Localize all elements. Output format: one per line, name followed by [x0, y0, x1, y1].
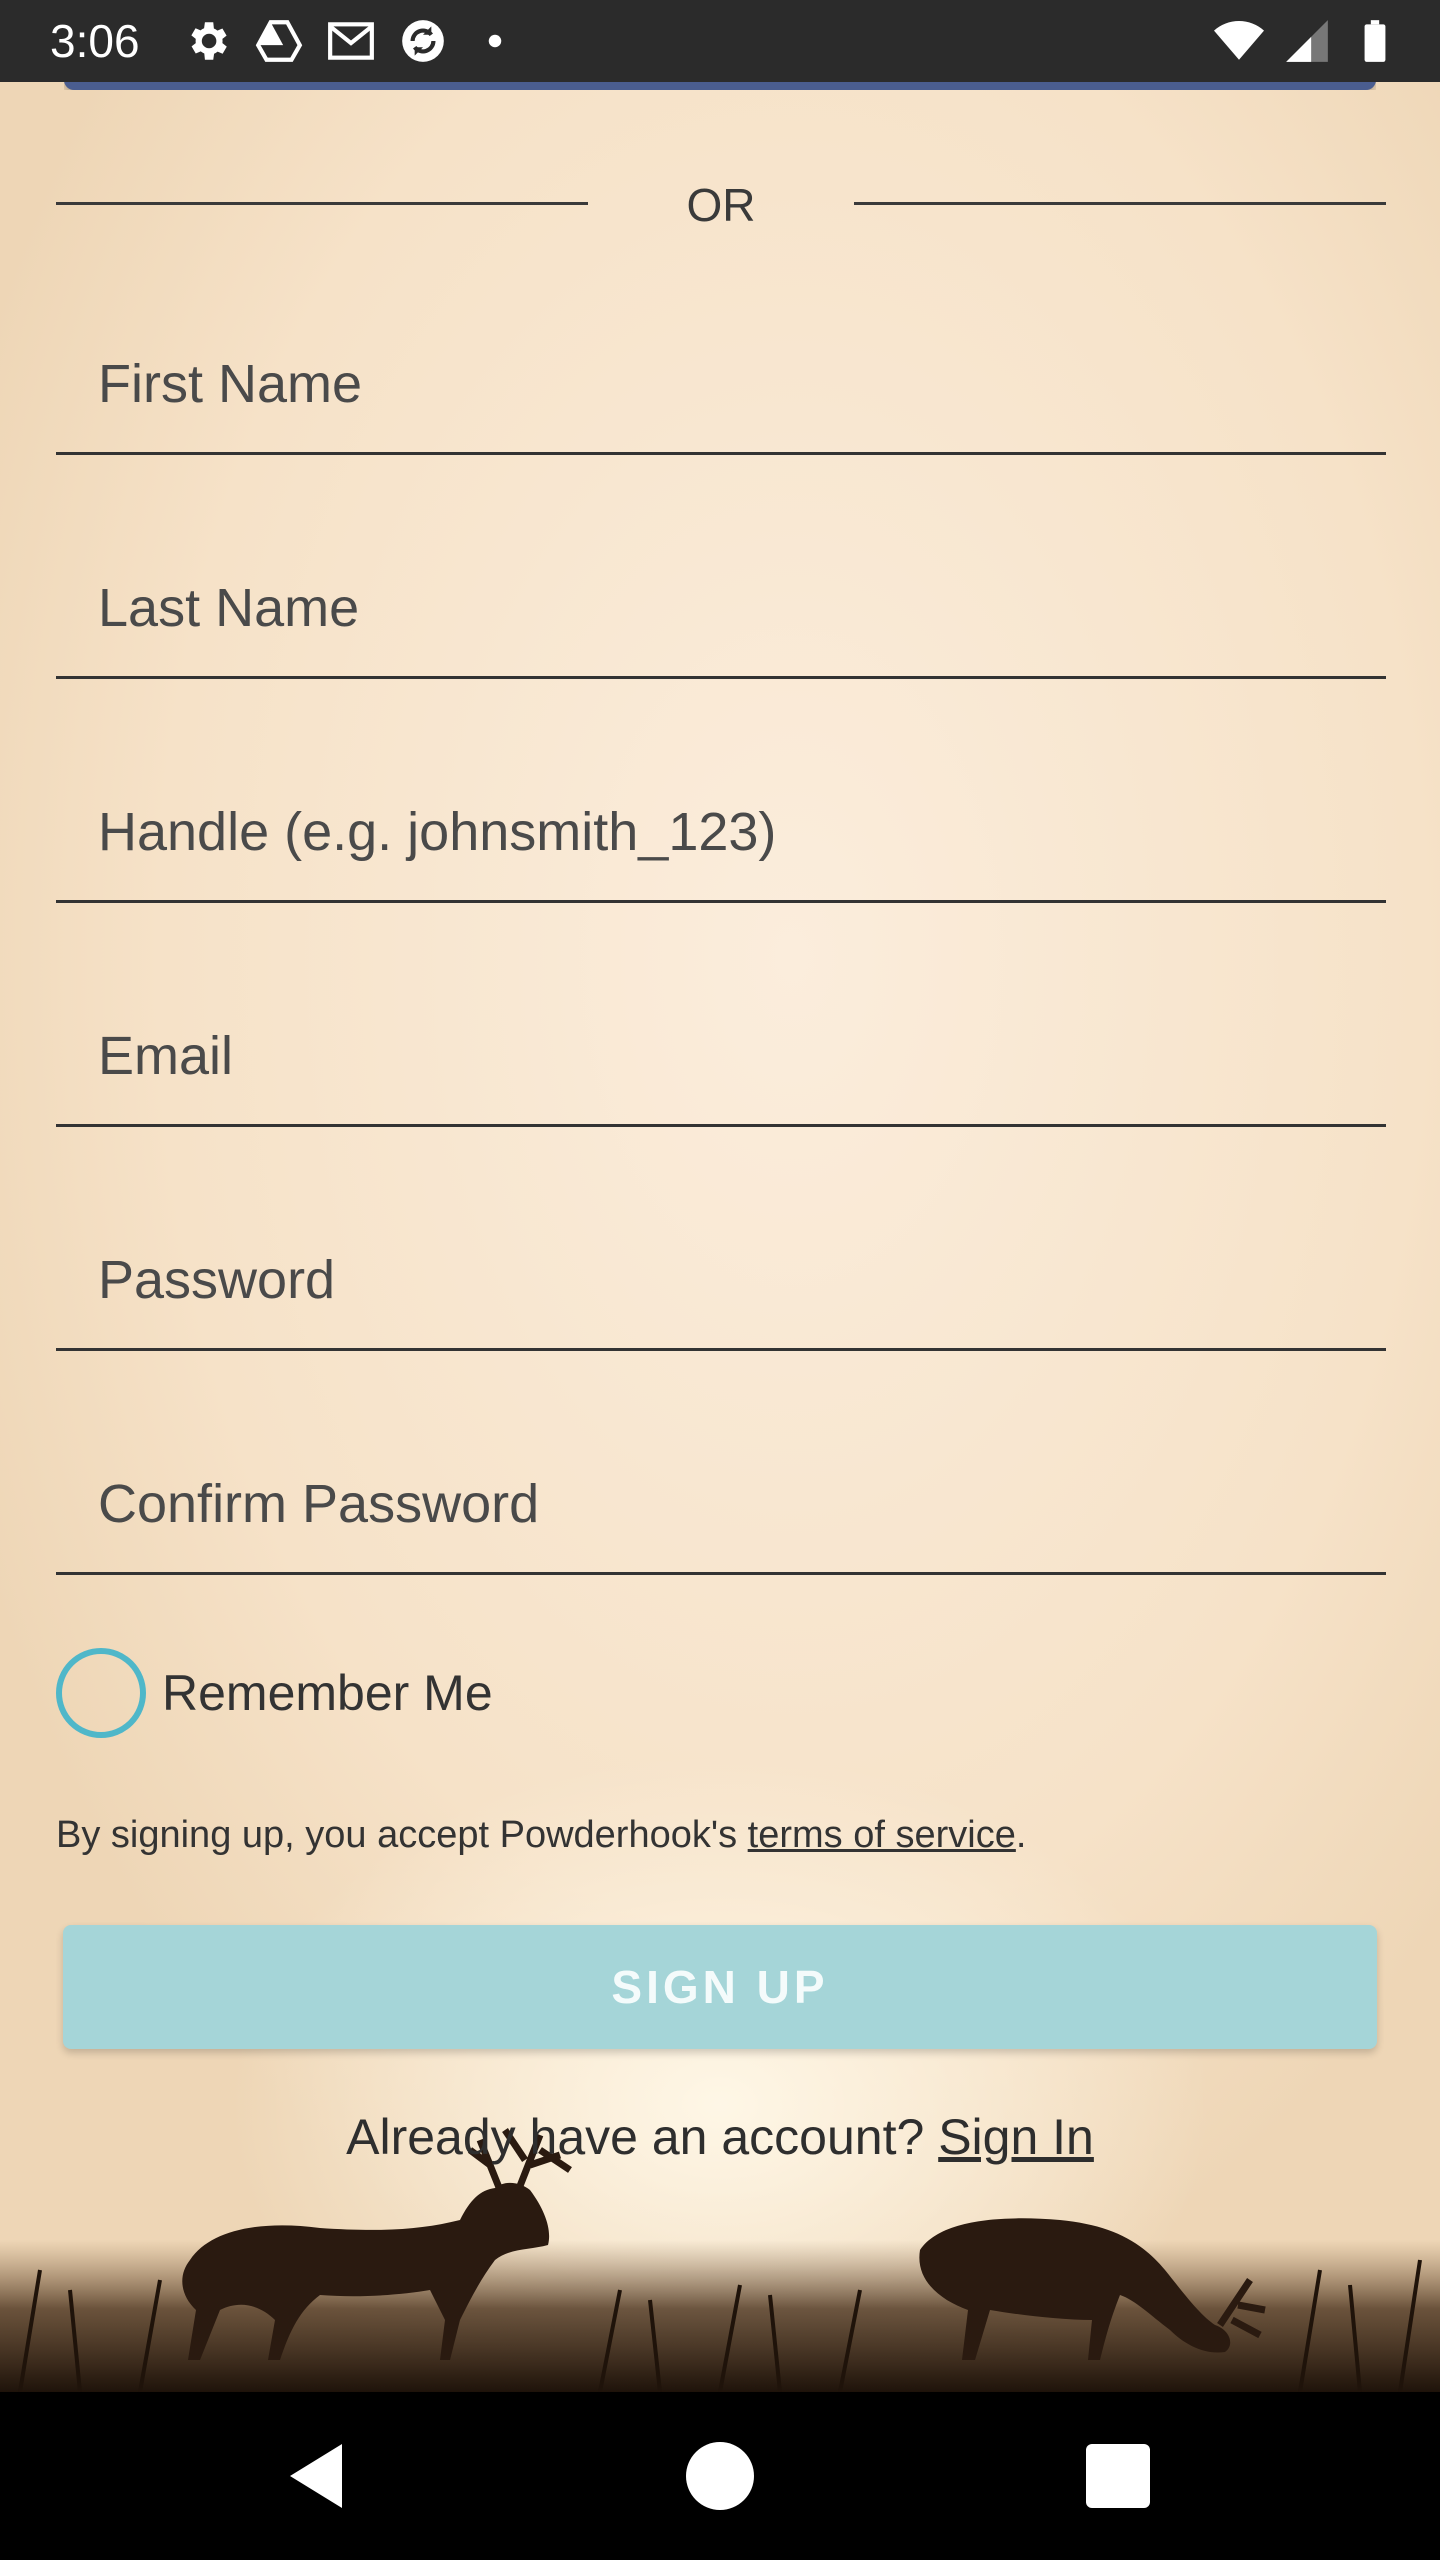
recents-icon[interactable]	[1078, 2436, 1158, 2516]
terms-text: By signing up, you accept Powderhook's t…	[56, 1814, 1026, 1857]
email-input[interactable]	[56, 990, 1386, 1122]
remember-me-row[interactable]: Remember Me	[56, 1648, 493, 1738]
password-field-container	[56, 1214, 1386, 1354]
divider-line-right	[854, 202, 1386, 205]
navigation-bar	[0, 2392, 1440, 2560]
sync-icon	[402, 20, 444, 62]
status-system-icons	[1214, 16, 1400, 66]
terms-prefix: By signing up, you accept Powderhook's	[56, 1814, 748, 1856]
first-name-field-container	[56, 318, 1386, 458]
password-underline	[56, 1348, 1386, 1351]
remember-me-radio[interactable]	[56, 1648, 146, 1738]
first-name-input[interactable]	[56, 318, 1386, 450]
email-underline	[56, 1124, 1386, 1127]
terms-of-service-link[interactable]: terms of service	[748, 1814, 1016, 1856]
handle-input[interactable]	[56, 766, 1386, 898]
status-bar: 3:06	[0, 0, 1440, 82]
drive-icon	[255, 20, 303, 62]
password-input[interactable]	[56, 1214, 1386, 1346]
confirm-password-field-container	[56, 1438, 1386, 1578]
gmail-icon	[328, 22, 374, 60]
sign-up-button[interactable]: SIGN UP	[63, 1925, 1377, 2049]
last-name-underline	[56, 676, 1386, 679]
terms-suffix: .	[1015, 1814, 1027, 1856]
back-icon[interactable]	[278, 2436, 358, 2516]
sign-in-prompt: Already have an account? Sign In	[0, 2108, 1440, 2166]
sign-in-prompt-text: Already have an account?	[346, 2109, 939, 2165]
status-time: 3:06	[50, 15, 140, 67]
sign-in-link[interactable]: Sign In	[938, 2109, 1094, 2165]
dot-icon	[488, 34, 502, 48]
email-field-container	[56, 990, 1386, 1130]
handle-field-container	[56, 766, 1386, 906]
confirm-password-underline	[56, 1572, 1386, 1575]
or-divider-label: OR	[686, 179, 756, 231]
wifi-icon	[1214, 21, 1264, 60]
handle-underline	[56, 900, 1386, 903]
divider-line-left	[56, 202, 588, 205]
last-name-input[interactable]	[56, 542, 1386, 674]
home-icon[interactable]	[680, 2436, 760, 2516]
signal-icon	[1286, 20, 1328, 62]
battery-icon	[1364, 20, 1386, 62]
first-name-underline	[56, 452, 1386, 455]
last-name-field-container	[56, 542, 1386, 682]
remember-me-label: Remember Me	[162, 1665, 493, 1721]
status-notification-icons	[182, 16, 520, 66]
confirm-password-input[interactable]	[56, 1438, 1386, 1570]
gear-icon	[191, 22, 227, 60]
